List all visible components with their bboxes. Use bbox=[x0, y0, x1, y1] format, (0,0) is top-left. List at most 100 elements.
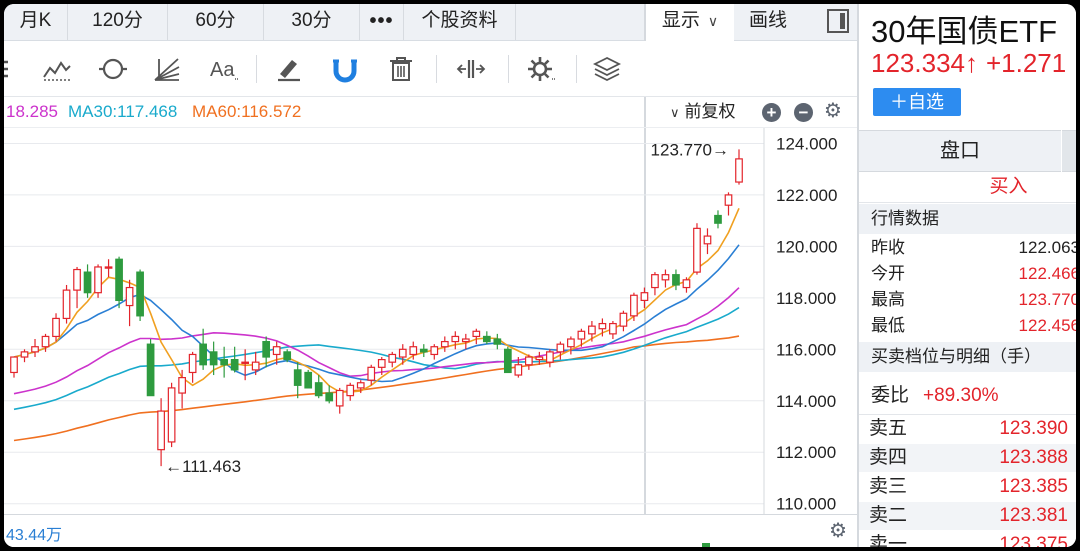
ma60-line bbox=[13, 335, 740, 442]
ask-row: 卖四 123.388 bbox=[859, 444, 1076, 472]
candle-body bbox=[682, 279, 691, 289]
candle-body bbox=[220, 359, 229, 366]
volume-mark bbox=[702, 543, 710, 547]
candle-body bbox=[388, 353, 397, 363]
ask-label: 卖一 bbox=[869, 534, 908, 547]
candle-body bbox=[157, 410, 165, 451]
tab-period-4[interactable]: ••• bbox=[360, 4, 404, 40]
fibonacci-fan-icon[interactable] bbox=[150, 53, 184, 85]
candle-body bbox=[640, 292, 649, 302]
candle-body bbox=[472, 330, 481, 338]
open-label: 今开 bbox=[871, 264, 905, 283]
candle-body bbox=[52, 317, 60, 338]
layers-icon[interactable] bbox=[590, 53, 624, 85]
tab-buy[interactable]: 买入 bbox=[859, 171, 1076, 203]
candle-body bbox=[598, 322, 607, 330]
candle-body bbox=[630, 294, 638, 317]
candle-body bbox=[262, 340, 271, 358]
ask-row: 卖二 123.381 bbox=[859, 502, 1076, 530]
candle-body bbox=[136, 271, 144, 317]
add-watchlist-button[interactable]: ＋自选 bbox=[873, 88, 961, 116]
candle-body bbox=[524, 356, 533, 366]
display-label: 显示 bbox=[661, 10, 700, 31]
candle-body bbox=[146, 343, 155, 397]
candle-body bbox=[167, 387, 176, 443]
zoom-fit-icon[interactable] bbox=[454, 53, 488, 85]
y-tick-label: 118.000 bbox=[776, 289, 836, 308]
y-tick-label: 110.000 bbox=[776, 495, 836, 514]
ask-row: 卖一 123.375 bbox=[859, 531, 1076, 547]
magnet-icon[interactable] bbox=[328, 53, 362, 85]
ma30-line bbox=[13, 306, 740, 411]
candle-body bbox=[272, 346, 281, 356]
adjust-label: 前复权 bbox=[684, 102, 736, 121]
y-tick-label: 112.000 bbox=[776, 443, 836, 462]
zoom-in-icon[interactable]: + bbox=[762, 103, 781, 122]
zoom-out-icon[interactable]: − bbox=[794, 103, 813, 122]
candle-body bbox=[346, 384, 355, 397]
ask-label: 卖二 bbox=[869, 505, 908, 526]
gear-icon[interactable]: ⚙ bbox=[824, 96, 842, 126]
candle-body bbox=[546, 351, 554, 363]
candle-body bbox=[651, 274, 659, 289]
ask-label: 卖五 bbox=[869, 418, 908, 439]
candle-body bbox=[314, 382, 323, 397]
candle-body bbox=[178, 377, 186, 394]
tab-pankou[interactable]: 盘口 bbox=[859, 130, 1061, 172]
prev-close-value: 122.063 bbox=[1018, 238, 1076, 257]
high-label: 最高 bbox=[871, 290, 905, 309]
candle-body bbox=[714, 214, 722, 224]
weibi-row: 委比 +89.30% bbox=[859, 378, 1076, 415]
tab-period-0[interactable]: 月K bbox=[4, 4, 68, 40]
open-value: 122.466 bbox=[1018, 264, 1076, 283]
last-price: 123.334↑ bbox=[871, 48, 978, 78]
draw-line-button[interactable]: 画线 bbox=[749, 4, 787, 38]
adjust-dropdown[interactable]: ∨ 前复权 bbox=[670, 97, 736, 128]
trend-line-icon[interactable] bbox=[40, 53, 74, 85]
candle-body bbox=[430, 346, 439, 356]
menu-icon[interactable] bbox=[4, 53, 24, 85]
candlestick-chart: 124.000 122.000 120.000 118.000 116.000 114.0… bbox=[4, 128, 837, 514]
prev-close-label: 昨收 bbox=[871, 238, 905, 257]
candle-body bbox=[251, 361, 260, 371]
sidebar-toggle-icon[interactable] bbox=[827, 9, 849, 33]
tab-period-1[interactable]: 120分 bbox=[68, 4, 168, 40]
y-tick-label: 124.000 bbox=[776, 134, 837, 153]
cycle-line-icon[interactable] bbox=[96, 53, 130, 85]
settings-icon[interactable] bbox=[524, 53, 558, 85]
tab-period-5[interactable]: 个股资料 bbox=[404, 4, 516, 40]
candle-body bbox=[703, 235, 712, 245]
ask-price: 123.390 bbox=[999, 418, 1068, 439]
eraser-icon[interactable] bbox=[272, 53, 306, 85]
candle-body bbox=[125, 286, 134, 307]
y-tick-label: 122.000 bbox=[776, 186, 837, 205]
candle-body bbox=[83, 271, 92, 294]
candle-body bbox=[104, 266, 113, 269]
tab-secondary[interactable] bbox=[1062, 130, 1076, 172]
text-tool-icon[interactable]: Aa bbox=[206, 53, 240, 85]
ask-label: 卖四 bbox=[869, 447, 908, 468]
app-window: 月K 120分 60分 30分 ••• 个股资料 显示 ∨ 画线 Aa 18.2… bbox=[4, 4, 1076, 547]
chevron-down-icon: ∨ bbox=[707, 13, 719, 29]
candle-body bbox=[398, 348, 407, 358]
ma60-value: MA60:116.572 bbox=[192, 102, 302, 121]
kline-chart[interactable]: 124.000 122.000 120.000 118.000 116.000 114.0… bbox=[4, 128, 857, 514]
weibi-value: +89.30% bbox=[923, 385, 999, 406]
depth-header: 买卖档位与明细（手） bbox=[859, 342, 1076, 372]
chart-panel: 月K 120分 60分 30分 ••• 个股资料 显示 ∨ 画线 Aa 18.2… bbox=[4, 4, 857, 547]
candle-body bbox=[325, 392, 334, 402]
tab-period-2[interactable]: 60分 bbox=[168, 4, 264, 40]
price-row: 123.334↑ +1.271 bbox=[871, 48, 1066, 79]
candle-body bbox=[241, 361, 250, 364]
delete-icon[interactable] bbox=[384, 53, 418, 85]
candle-body bbox=[31, 346, 39, 353]
candle-body bbox=[567, 338, 575, 348]
gear-icon[interactable]: ⚙ bbox=[829, 518, 847, 543]
candle-body bbox=[482, 335, 491, 343]
y-tick-label: 114.000 bbox=[776, 392, 836, 411]
candle-body bbox=[661, 274, 670, 281]
ma30-value: MA30:117.468 bbox=[68, 102, 178, 121]
tab-period-3[interactable]: 30分 bbox=[264, 4, 360, 40]
svg-text:Aa: Aa bbox=[210, 59, 235, 81]
candle-body bbox=[672, 274, 680, 286]
